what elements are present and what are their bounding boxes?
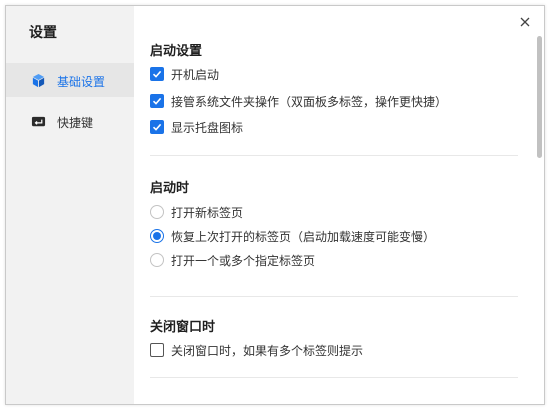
checkbox-checked-icon (150, 120, 164, 134)
radio-unselected-icon (150, 205, 164, 219)
option-label: 显示托盘图标 (171, 120, 244, 135)
option-label: 恢复上次打开的标签页（启动加载速度可能变慢） (171, 229, 436, 244)
sidebar-item-basic-settings[interactable]: 基础设置 (6, 63, 134, 97)
checkbox-close-prompt[interactable]: 关闭窗口时，如果有多个标签则提示 (150, 341, 363, 359)
checkbox-checked-icon (150, 67, 164, 81)
close-icon (519, 13, 531, 32)
sidebar-item-label: 基础设置 (57, 75, 106, 89)
scrollbar[interactable] (537, 36, 542, 158)
option-label: 开机启动 (171, 67, 220, 82)
option-label: 打开新标签页 (171, 205, 244, 220)
sidebar: 设置 基础设置 快捷键 (6, 6, 134, 404)
checkbox-unchecked-icon (150, 343, 164, 357)
checkbox-launch-on-boot[interactable]: 开机启动 (150, 65, 219, 83)
radio-open-specified-tabs[interactable]: 打开一个或多个指定标签页 (150, 251, 315, 269)
option-label: 关闭窗口时，如果有多个标签则提示 (171, 343, 364, 358)
radio-unselected-icon (150, 253, 164, 267)
checkbox-take-over-folder[interactable]: 接管系统文件夹操作（双面板多标签，操作更快捷） (150, 92, 447, 110)
radio-restore-tabs[interactable]: 恢复上次打开的标签页（启动加载速度可能变慢） (150, 227, 435, 245)
option-label: 打开一个或多个指定标签页 (171, 253, 316, 268)
section-title-startup: 启动设置 (150, 44, 203, 59)
radio-selected-icon (150, 229, 164, 243)
settings-content: 启动设置 开机启动 接管系统文件夹操作（双面板多标签，操作更快捷） 显示托盘图标… (134, 6, 544, 404)
keyboard-icon (31, 114, 46, 129)
checkbox-show-tray-icon[interactable]: 显示托盘图标 (150, 118, 243, 136)
option-label: 接管系统文件夹操作（双面板多标签，操作更快捷） (171, 94, 448, 109)
sidebar-item-label: 快捷键 (57, 116, 94, 130)
divider (150, 296, 518, 297)
divider (150, 155, 518, 156)
radio-open-new-tab[interactable]: 打开新标签页 (150, 203, 243, 221)
checkbox-checked-icon (150, 94, 164, 108)
section-title-on-close: 关闭窗口时 (150, 320, 216, 335)
dialog-title: 设置 (29, 25, 57, 41)
sidebar-item-shortcuts[interactable]: 快捷键 (6, 104, 134, 138)
settings-dialog: 设置 基础设置 快捷键 启动设置 开机启动 接管系统文件夹操作（双面板多标签，操… (5, 5, 545, 405)
close-button[interactable] (515, 12, 535, 32)
cube-icon (31, 73, 46, 88)
divider (150, 377, 518, 378)
section-title-on-start: 启动时 (150, 181, 190, 196)
